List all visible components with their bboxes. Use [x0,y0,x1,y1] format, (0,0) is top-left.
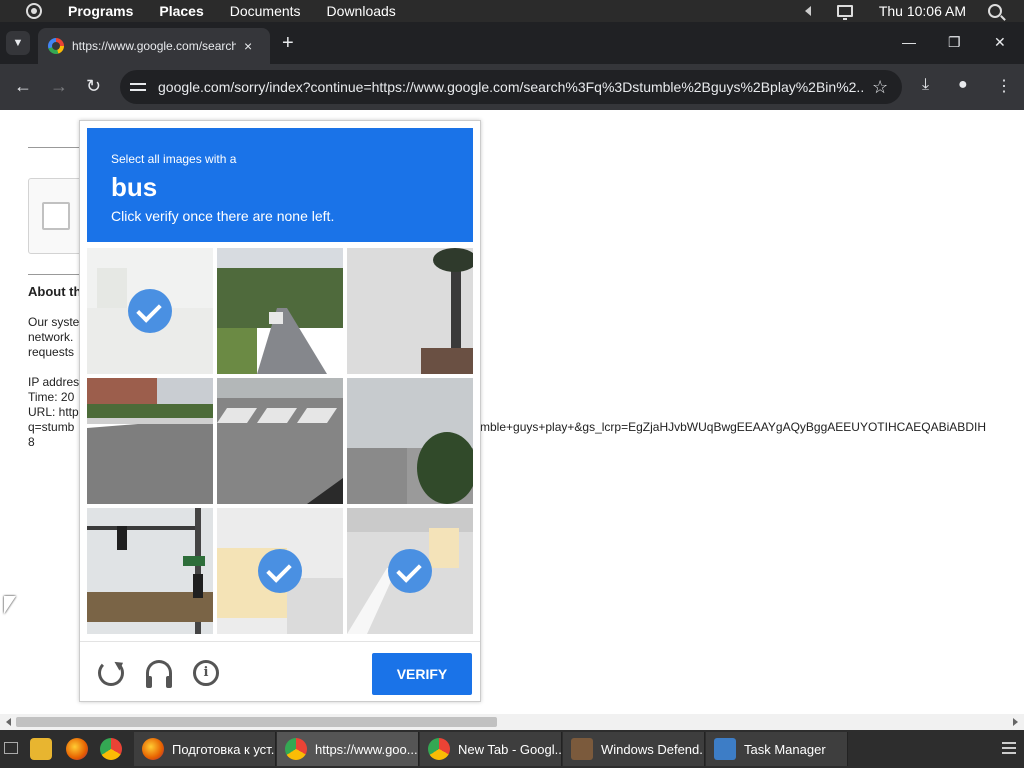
taskbar-task-chrome-active[interactable]: https://www.goo... [277,732,419,766]
audio-challenge-icon[interactable] [146,660,172,688]
recaptcha-checkbox[interactable] [42,202,70,230]
image-tile-8[interactable] [217,508,343,634]
restore-button[interactable]: ❐ [948,34,961,51]
request-details: IP addres Time: 20 URL: http q=stumb 8 [28,375,80,449]
explanation-text: Our syste network. requests [28,315,80,359]
documents-menu[interactable]: Documents [230,3,301,19]
scroll-left-arrow-icon[interactable] [6,718,11,726]
new-tab-button[interactable]: + [282,32,294,55]
profile-icon[interactable]: ● [958,76,968,94]
recaptcha-challenge: Select all images with a bus Click verif… [79,120,481,702]
request-url-tail: mble+guys+play+&gs_lcrp=EgZjaHJvbWUqBwgE… [480,420,986,434]
selected-check-icon [258,549,302,593]
tray-expand-icon[interactable] [804,6,811,16]
challenge-instruction: Select all images with a [111,152,237,166]
firefox-icon[interactable] [66,738,88,760]
bookmark-star-icon[interactable]: ☆ [872,77,888,98]
challenge-target: bus [111,172,158,202]
selected-check-icon [388,549,432,593]
tab-close-icon[interactable]: × [244,38,252,54]
clock[interactable]: Thu 10:06 AM [879,3,966,19]
image-grid [87,248,473,634]
image-tile-4[interactable] [87,378,213,504]
image-tile-7[interactable] [87,508,213,634]
display-icon[interactable] [836,5,853,20]
tile-image [347,248,473,374]
close-window-button[interactable]: ✕ [994,34,1006,51]
image-tile-2[interactable] [217,248,343,374]
site-info-icon[interactable] [130,80,146,94]
scrollbar-thumb[interactable] [16,717,497,727]
image-tile-6[interactable] [347,378,473,504]
top-panel: Programs Places Documents Downloads Thu … [0,0,1024,22]
search-icon[interactable] [988,4,1002,18]
tab-title: https://www.google.com/search?q=stumble+… [72,39,236,53]
defender-icon [571,738,593,760]
minimize-button[interactable]: — [902,34,916,50]
image-tile-1[interactable] [87,248,213,374]
taskbar-task-taskmanager[interactable]: Task Manager [706,732,848,766]
google-favicon-icon [48,38,64,54]
reload-challenge-icon[interactable] [98,660,124,686]
url-text[interactable]: google.com/sorry/index?continue=https://… [158,79,864,95]
taskbar-menu-icon[interactable] [1002,742,1016,756]
chrome-icon [285,738,307,760]
mouse-cursor [4,596,16,614]
taskbar-task-firefox[interactable]: Подготовка к уст... [134,732,276,766]
chrome-icon[interactable] [100,738,122,760]
show-desktop-icon[interactable] [4,742,18,754]
forward-button[interactable]: → [50,76,68,96]
tile-image [217,378,343,504]
taskbar-task-defender[interactable]: Windows Defend... [563,732,705,766]
challenge-subtext: Click verify once there are none left. [111,208,335,224]
tile-image [87,378,213,504]
places-menu[interactable]: Places [159,3,203,19]
task-manager-icon [714,738,736,760]
tab-strip: ▼ https://www.google.com/search?q=stumbl… [0,22,1024,64]
image-tile-9[interactable] [347,508,473,634]
challenge-footer: i VERIFY [80,641,480,701]
tile-image [217,248,343,374]
tab-search-button[interactable]: ▼ [6,31,30,55]
horizontal-scrollbar[interactable] [0,714,1024,730]
taskbar: Подготовка к уст... https://www.goo... N… [0,730,1024,768]
apps-menu-icon[interactable] [26,3,42,19]
browser-toolbar: ← → ↻ google.com/sorry/index?continue=ht… [0,64,1024,110]
tab-active[interactable]: https://www.google.com/search?q=stumble+… [38,28,270,64]
reload-button[interactable]: ↻ [86,76,101,96]
file-manager-icon[interactable] [30,738,52,760]
downloads-menu[interactable]: Downloads [327,3,396,19]
image-tile-3[interactable] [347,248,473,374]
taskbar-task-chrome-newtab[interactable]: New Tab - Googl... [420,732,562,766]
verify-button[interactable]: VERIFY [372,653,472,695]
firefox-icon [142,738,164,760]
image-tile-5[interactable] [217,378,343,504]
programs-menu[interactable]: Programs [68,3,133,19]
about-heading: About th [28,284,82,299]
chrome-icon [428,738,450,760]
chrome-menu-icon[interactable]: ⋮ [996,76,1012,96]
help-info-icon[interactable]: i [193,660,219,686]
selected-check-icon [128,289,172,333]
address-bar[interactable]: google.com/sorry/index?continue=https://… [120,70,902,104]
tile-image [87,508,213,634]
challenge-header: Select all images with a bus Click verif… [87,128,473,242]
back-button[interactable]: ← [14,76,32,96]
tile-image [347,378,473,504]
scroll-right-arrow-icon[interactable] [1013,718,1018,726]
download-icon[interactable]: ⤓ [922,76,929,94]
